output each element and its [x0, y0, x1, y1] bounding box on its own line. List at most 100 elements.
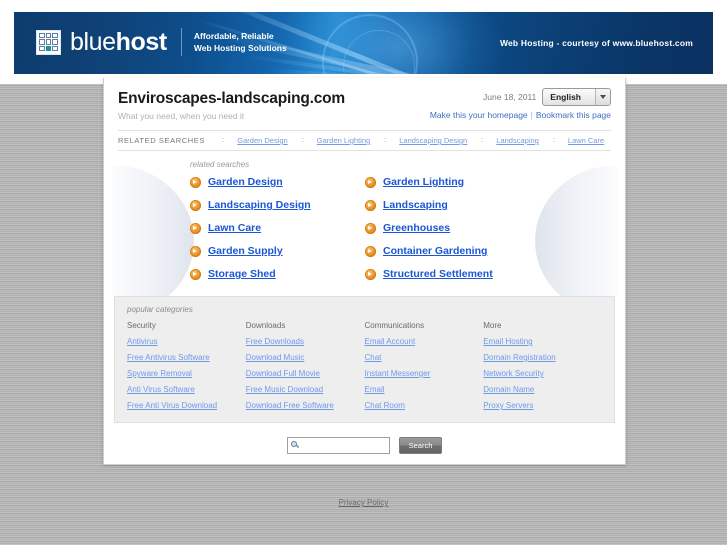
content-card: Enviroscapes-landscaping.com What you ne… — [103, 78, 626, 465]
header-links-separator: | — [530, 110, 533, 120]
category-column-downloads: Downloads Free Downloads Download Music … — [246, 321, 365, 410]
category-heading: More — [483, 321, 502, 330]
category-heading: Downloads — [245, 321, 286, 330]
category-heading: Security — [127, 321, 156, 330]
arrow-bullet-icon — [365, 222, 376, 234]
category-link[interactable]: Free Music Download — [246, 385, 365, 394]
arrow-bullet-icon — [190, 176, 201, 188]
related-search-item[interactable]: Storage Shed — [190, 268, 365, 280]
related-bar-link-4[interactable]: Lawn Care — [568, 136, 604, 145]
related-search-link-9[interactable]: Structured Settlement — [383, 268, 493, 280]
category-link[interactable]: Download Music — [246, 353, 365, 362]
related-search-link-2[interactable]: Landscaping Design — [208, 199, 311, 211]
arrow-bullet-icon — [365, 245, 376, 257]
related-search-link-6[interactable]: Garden Supply — [208, 245, 283, 257]
brand-tagline-line1: Affordable, Reliable — [193, 31, 274, 41]
category-link[interactable]: Instant Messenger — [365, 369, 484, 378]
related-search-link-5[interactable]: Greenhouses — [383, 222, 450, 234]
category-link[interactable]: Proxy Servers — [483, 401, 602, 410]
related-search-item[interactable]: Landscaping — [365, 199, 565, 211]
bar-separator-icon: :: — [301, 137, 304, 144]
header-right-controls: June 18, 2011 English Make this your hom… — [430, 88, 611, 120]
related-search-item[interactable]: Greenhouses — [365, 222, 565, 234]
related-search-item[interactable]: Garden Design — [190, 176, 365, 188]
related-searches-section: related searches Garden Design Garden Li… — [104, 151, 625, 296]
search-input[interactable] — [300, 439, 386, 452]
bar-separator-icon: :: — [383, 137, 387, 144]
search-icon — [291, 441, 300, 450]
category-link[interactable]: Chat Room — [365, 401, 484, 410]
chevron-down-icon — [595, 89, 610, 105]
related-bar-link-0[interactable]: Garden Design — [237, 136, 287, 145]
related-searches-bar-items: :: Garden Design :: Garden Lighting :: L… — [215, 136, 611, 145]
language-select[interactable]: English — [542, 88, 611, 106]
category-link[interactable]: Email — [365, 385, 484, 394]
bluehost-logo[interactable]: bluehost Affordable, Reliable Web Hostin… — [36, 28, 287, 56]
category-link[interactable]: Domain Registration — [483, 353, 602, 362]
bar-separator-icon: :: — [480, 137, 484, 144]
popular-categories-grid: Security Antivirus Free Antivirus Softwa… — [127, 321, 602, 410]
category-link[interactable]: Free Anti Virus Download — [127, 401, 246, 410]
popular-categories-caption: popular categories — [127, 305, 193, 314]
bar-separator-icon: :: — [552, 137, 555, 144]
related-search-link-8[interactable]: Storage Shed — [208, 268, 276, 280]
arrow-bullet-icon — [190, 222, 201, 234]
category-link[interactable]: Spyware Removal — [127, 369, 246, 378]
category-column-communications: Communications Email Account Chat Instan… — [365, 321, 484, 410]
banner-courtesy-text: Web Hosting - courtesy of www.bluehost.c… — [499, 38, 693, 48]
brand-wordmark: bluehost — [70, 27, 168, 56]
related-search-link-4[interactable]: Lawn Care — [208, 222, 261, 234]
related-search-item[interactable]: Garden Supply — [190, 245, 365, 257]
related-bar-link-2[interactable]: Landscaping Design — [399, 136, 467, 145]
card-header: Enviroscapes-landscaping.com What you ne… — [104, 78, 625, 128]
arrow-bullet-icon — [190, 199, 201, 211]
related-search-link-3[interactable]: Landscaping — [383, 199, 448, 211]
related-search-link-1[interactable]: Garden Lighting — [383, 176, 464, 188]
category-link[interactable]: Download Full Movie — [246, 369, 365, 378]
category-link[interactable]: Antivirus — [127, 337, 246, 346]
language-select-value: English — [550, 92, 581, 102]
brand-word-bold: host — [115, 27, 168, 56]
arrow-bullet-icon — [190, 268, 201, 280]
related-search-item[interactable]: Container Gardening — [365, 245, 565, 257]
search-row: Search — [104, 437, 625, 454]
related-search-item[interactable]: Lawn Care — [190, 222, 365, 234]
banner-strip: bluehost Affordable, Reliable Web Hostin… — [0, 0, 727, 84]
category-link[interactable]: Download Free Software — [246, 401, 365, 410]
category-link[interactable]: Free Antivirus Software — [127, 353, 246, 362]
brand-tagline: Affordable, Reliable Web Hosting Solutio… — [194, 30, 287, 54]
bookmark-page-link[interactable]: Bookmark this page — [536, 110, 611, 120]
category-link[interactable]: Email Hosting — [483, 337, 602, 346]
brand-tagline-line2: Web Hosting Solutions — [193, 43, 287, 53]
category-column-security: Security Antivirus Free Antivirus Softwa… — [127, 321, 246, 410]
current-date: June 18, 2011 — [483, 92, 537, 102]
related-bar-link-3[interactable]: Landscaping — [496, 136, 539, 145]
category-link[interactable]: Network Security — [483, 369, 602, 378]
related-searches-caption: related searches — [190, 160, 250, 169]
brand-divider — [180, 28, 182, 56]
privacy-policy-link[interactable]: Privacy Policy — [339, 498, 389, 507]
arrow-bullet-icon — [365, 268, 376, 280]
category-link[interactable]: Chat — [365, 353, 484, 362]
related-search-item[interactable]: Structured Settlement — [365, 268, 565, 280]
category-link[interactable]: Domain Name — [483, 385, 602, 394]
category-link[interactable]: Free Downloads — [246, 337, 365, 346]
related-search-link-0[interactable]: Garden Design — [208, 176, 283, 188]
related-search-item[interactable]: Landscaping Design — [190, 199, 365, 211]
grid-logo-icon — [36, 29, 61, 55]
category-link[interactable]: Email Account — [365, 337, 484, 346]
related-bar-link-1[interactable]: Garden Lighting — [317, 136, 370, 145]
bluehost-banner: bluehost Affordable, Reliable Web Hostin… — [14, 12, 713, 74]
arrow-bullet-icon — [365, 176, 376, 188]
make-homepage-link[interactable]: Make this your homepage — [430, 110, 528, 120]
related-search-item[interactable]: Garden Lighting — [365, 176, 565, 188]
arrow-bullet-icon — [365, 199, 376, 211]
related-search-link-7[interactable]: Container Gardening — [383, 245, 487, 257]
related-searches-bar-label: RELATED SEARCHES — [118, 136, 205, 145]
search-button[interactable]: Search — [399, 437, 442, 454]
category-column-more: More Email Hosting Domain Registration N… — [483, 321, 602, 410]
search-box[interactable] — [287, 437, 390, 454]
header-links: Make this your homepage | Bookmark this pa… — [430, 110, 611, 120]
category-link[interactable]: Anti Virus Software — [127, 385, 246, 394]
arrow-bullet-icon — [190, 245, 201, 257]
